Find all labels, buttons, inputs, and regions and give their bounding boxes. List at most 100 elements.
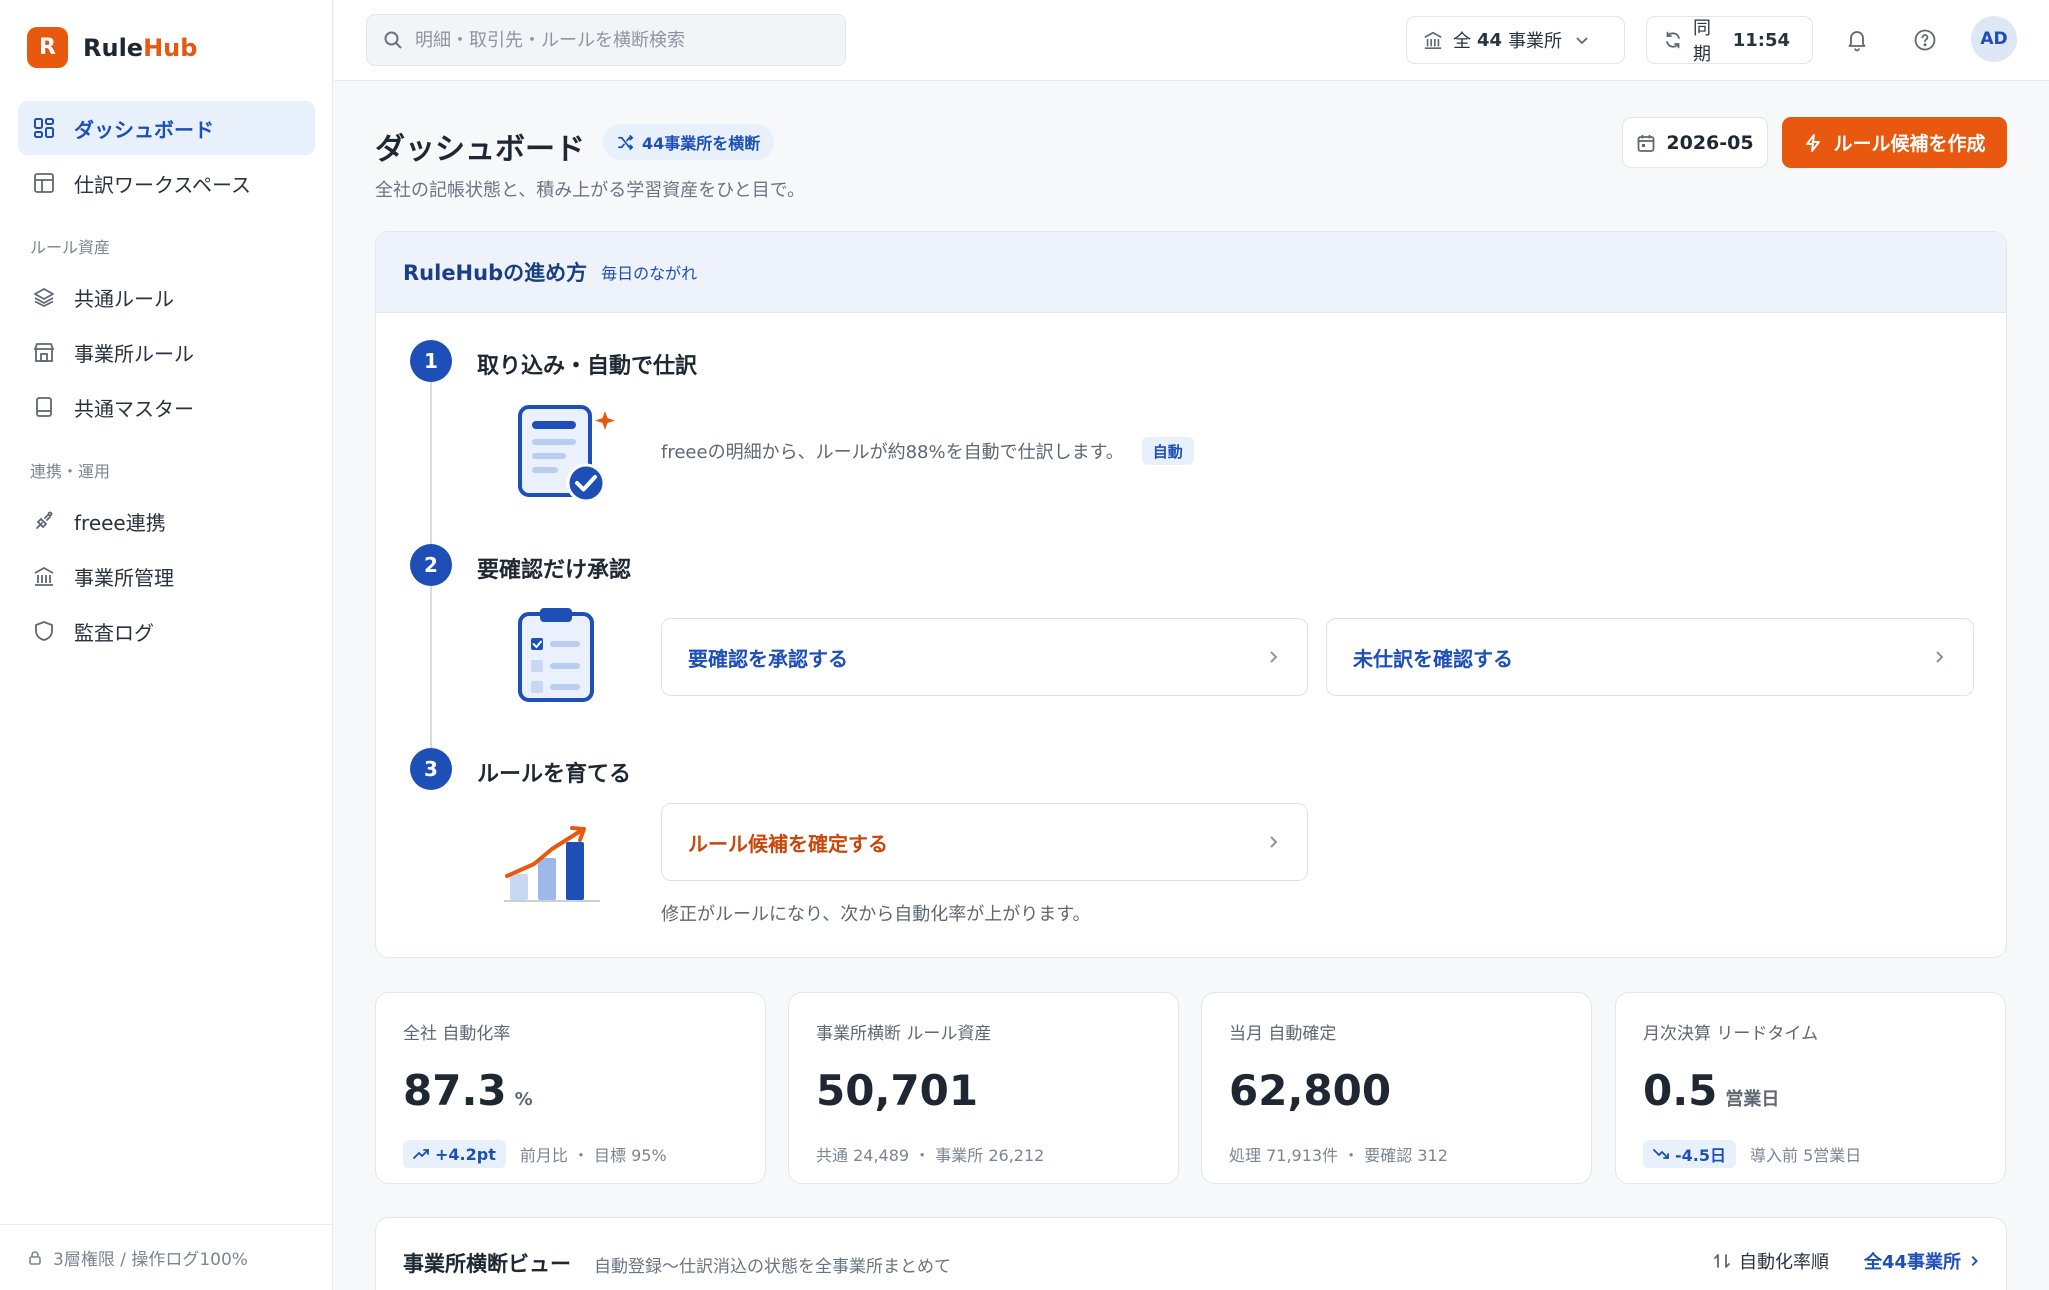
sidebar-item-label: 仕訳ワークスペース [74,172,251,197]
store-icon [32,340,56,364]
chevron-down-icon [1574,32,1590,48]
lock-icon [27,1250,43,1266]
trend-badge: +4.2pt [403,1140,506,1168]
shield-icon [32,619,56,643]
stat-label: 全社 自動化率 [403,1024,511,1044]
chevron-right-icon [1265,834,1281,850]
search-input[interactable] [415,29,835,51]
office-prefix: 全 [1453,31,1471,52]
top-header: 全 44 事業所 同期 11:54 AD [334,0,2049,81]
office-selector[interactable]: 全 44 事業所 [1406,16,1625,64]
growth-chart-illustration [502,824,606,908]
avatar[interactable]: AD [1971,16,2017,62]
workflow-card: RuleHubの進め方 毎日のながれ 1 取り込み・自動で仕訳 freeeの明細… [375,231,2007,958]
auto-badge: 自動 [1141,437,1194,465]
stat-footnote: 共通 24,489 ・ 事業所 26,212 [816,1146,1045,1165]
trending-down-icon [1653,1148,1670,1160]
cross-office-subtitle: 自動登録〜仕訳消込の状態を全事業所まとめて [594,1257,951,1277]
office-count: 44 [1477,29,1503,51]
building-icon [32,564,56,588]
sidebar-item-common-rules[interactable]: 共通ルール [18,270,315,324]
refresh-icon [1663,30,1683,50]
cross-office-title: 事業所横断ビュー [403,1252,571,1276]
step-title: ルールを育てる [477,762,632,787]
sidebar-item-common-master[interactable]: 共通マスター [18,380,315,434]
approve-pending-button[interactable]: 要確認を承認する [661,618,1308,696]
sidebar-item-office-management[interactable]: 事業所管理 [18,549,315,603]
sidebar-item-label: freee連携 [74,510,166,535]
stat-label: 月次決算 リードタイム [1643,1024,1819,1044]
brand-mark: R [27,27,68,68]
month-value: 2026-05 [1666,131,1754,154]
month-selector[interactable]: 2026-05 [1622,117,1768,168]
search-box[interactable] [366,14,846,66]
sidebar-item-label: 事業所ルール [74,341,194,366]
chevron-right-icon [1931,649,1947,665]
sidebar-item-label: 共通マスター [74,396,194,421]
sync-label: 同期 [1693,18,1711,65]
book-icon [32,395,56,419]
stat-value: 87.3% [403,1066,533,1115]
sidebar-item-label: 共通ルール [74,286,174,311]
stat-label: 当月 自動確定 [1229,1024,1337,1044]
sidebar-footer: 3層権限 / 操作ログ100% [0,1224,333,1290]
document-check-illustration [516,403,620,511]
sidebar-item-label: ダッシュボード [74,117,214,142]
trending-up-icon [413,1148,430,1160]
step-number: 1 [410,340,452,382]
calendar-icon [1636,133,1656,153]
sync-button[interactable]: 同期 11:54 [1646,16,1813,65]
view-all-offices-link[interactable]: 全44事業所 [1864,1248,1981,1274]
brand-name: RuleHub [83,33,198,62]
stat-value: 50,701 [816,1066,979,1115]
sidebar-item-dashboard[interactable]: ダッシュボード [18,101,315,155]
stat-card-automation-rate: 全社 自動化率 87.3% +4.2pt 前月比 ・ 目標 95% [375,992,766,1184]
sync-time: 11:54 [1732,29,1790,51]
cross-office-view-card: 事業所横断ビュー 自動登録〜仕訳消込の状態を全事業所まとめて 自動化率順 全44… [375,1217,2007,1290]
step-number: 3 [410,748,452,790]
workflow-title: RuleHubの進め方 [403,261,588,285]
sidebar: R RuleHub ダッシュボード 仕訳ワークスペース ルール資産 共通ルール [0,0,333,1290]
sidebar-section-ops: 連携・運用 [30,462,111,481]
bell-icon [1845,28,1869,52]
layers-icon [32,285,56,309]
sidebar-item-freee-integration[interactable]: freee連携 [18,494,315,548]
sidebar-item-label: 監査ログ [74,620,154,645]
cross-office-badge: 44事業所を横断 [603,124,775,160]
sidebar-item-audit-log[interactable]: 監査ログ [18,604,315,658]
stat-label: 事業所横断 ルール資産 [816,1024,992,1044]
building-icon [1423,30,1443,50]
stat-footnote: -4.5日 導入前 5営業日 [1643,1140,1978,1168]
brand-logo[interactable]: R RuleHub [27,27,197,68]
page-title: ダッシュボード [375,132,585,167]
help-icon [1913,28,1937,52]
workflow-card-header: RuleHubの進め方 毎日のながれ [376,232,2006,313]
office-suffix: 事業所 [1508,31,1563,52]
step-title: 要確認だけ承認 [477,558,632,583]
step-description: freeeの明細から、ルールが約88%を自動で仕訳します。 自動 [661,437,1194,465]
page-subtitle: 全社の記帳状態と、積み上がる学習資産をひと目で。 [375,180,806,201]
sort-icon [1713,1252,1731,1270]
clipboard-checklist-illustration [516,606,600,710]
stat-value: 0.5 営業日 [1643,1066,1780,1115]
stat-footnote: 処理 71,913件 ・ 要確認 312 [1229,1146,1448,1165]
sort-button[interactable]: 自動化率順 [1713,1248,1829,1274]
sidebar-item-label: 事業所管理 [74,565,174,590]
step-description: 修正がルールになり、次から自動化率が上がります。 [661,904,1091,925]
stat-card-rule-assets: 事業所横断 ルール資産 50,701 共通 24,489 ・ 事業所 26,21… [788,992,1179,1184]
stat-footnote: +4.2pt 前月比 ・ 目標 95% [403,1140,738,1168]
search-icon [383,30,403,50]
confirm-rule-candidate-button[interactable]: ルール候補を確定する [661,803,1308,881]
sidebar-item-journal-workspace[interactable]: 仕訳ワークスペース [18,156,315,210]
lightning-icon [1803,133,1823,153]
notifications-button[interactable] [1839,22,1875,58]
plug-icon [32,509,56,533]
check-unjournalized-button[interactable]: 未仕訳を確認する [1326,618,1974,696]
help-button[interactable] [1907,22,1943,58]
sidebar-section-rules: ルール資産 [30,238,111,257]
stat-card-auto-confirmed: 当月 自動確定 62,800 処理 71,913件 ・ 要確認 312 [1201,992,1592,1184]
shuffle-icon [617,134,634,151]
sidebar-item-office-rules[interactable]: 事業所ルール [18,325,315,379]
create-rule-candidate-button[interactable]: ルール候補を作成 [1782,117,2007,168]
permission-note: 3層権限 / 操作ログ100% [53,1250,248,1270]
